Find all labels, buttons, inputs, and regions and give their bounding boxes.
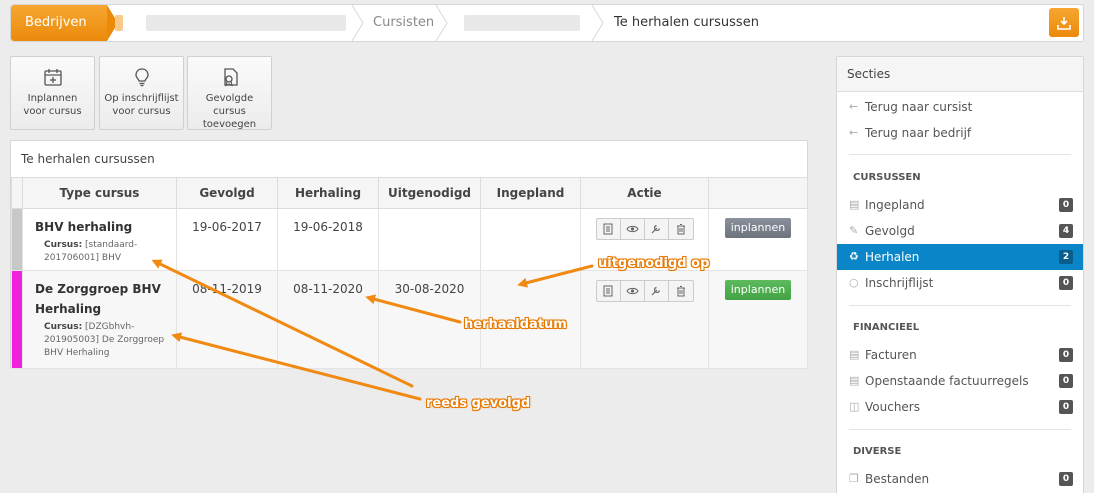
arrow-followed-1 <box>151 259 414 388</box>
annotation-invited: uitgenodigd op <box>598 256 710 271</box>
arrow-invited <box>517 264 594 288</box>
annotation-followed: reeds gevolgd <box>426 396 531 411</box>
annotation-repeat: herhaaldatum <box>464 317 567 332</box>
arrow-followed-2 <box>171 332 422 401</box>
arrow-repeat <box>365 294 462 324</box>
annotation-arrows <box>151 259 594 401</box>
